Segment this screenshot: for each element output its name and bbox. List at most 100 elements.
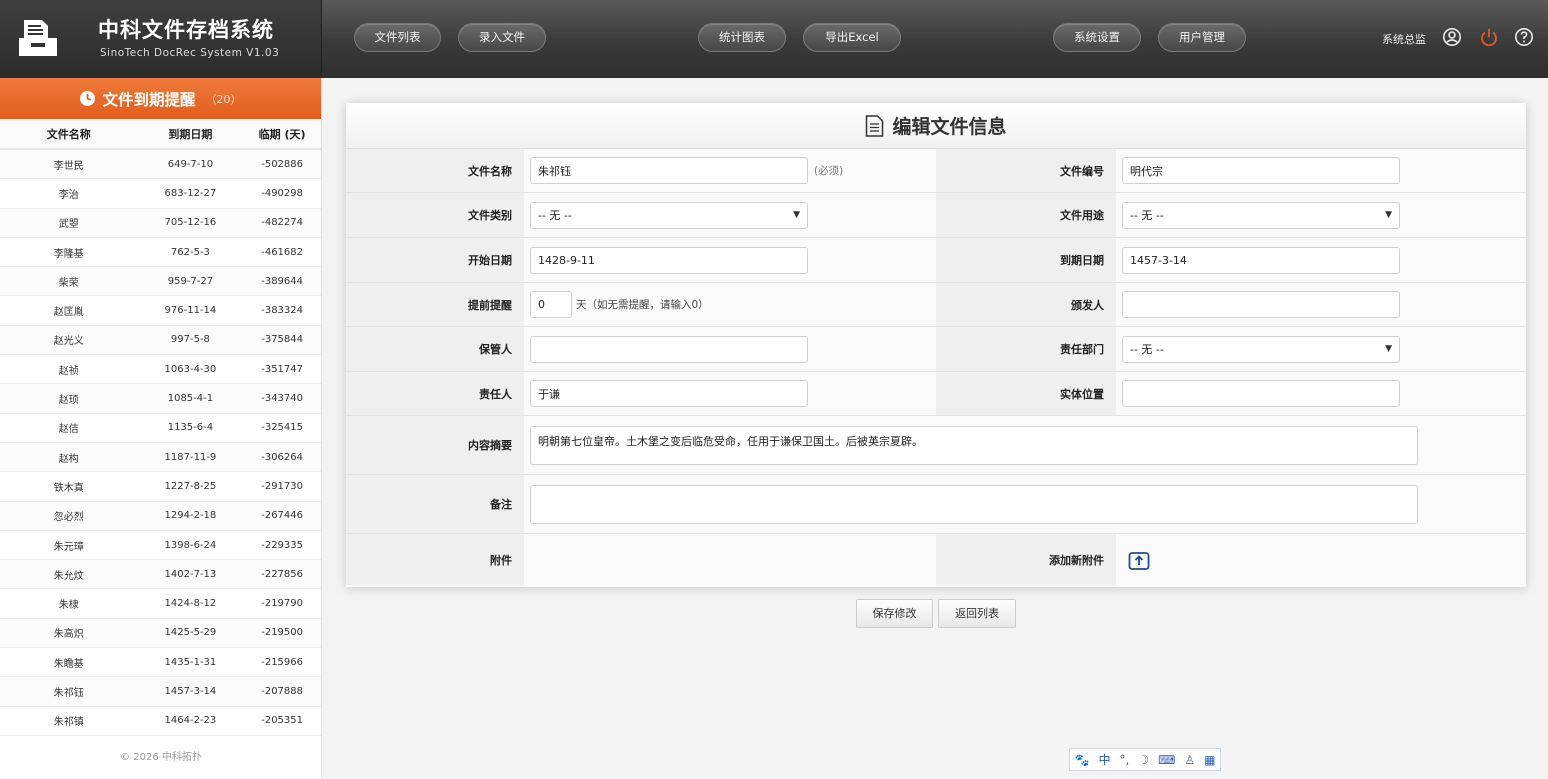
row-file-name: 李世民 [53, 160, 84, 172]
app-title: 中科文件存档系统 [98, 18, 274, 42]
nav-settings-button[interactable]: 系统设置 [1053, 23, 1141, 52]
field-cell: 1428-9-11 [524, 238, 936, 282]
file-usage-select[interactable]: -- 无 -- ▼ [1122, 201, 1400, 229]
reminder-row[interactable]: 赵佶 1135-6-4 -325415 [0, 414, 321, 443]
reminder-row[interactable]: 赵匡胤 976-11-14 -383324 [0, 296, 321, 326]
reminder-table-body: 李世民 649-7-10 -502886 李治 683-12-27 -490298 武曌 70… [0, 150, 321, 736]
reminder-row[interactable]: 武曌 705-12-16 -482274 [0, 208, 321, 238]
department-select[interactable]: -- 无 -- ▼ [1122, 335, 1400, 363]
issuer-input[interactable] [1122, 291, 1400, 318]
help-icon[interactable] [1514, 27, 1534, 47]
reminder-row[interactable]: 赵构 1187-11-9 -306264 [0, 442, 321, 473]
row-due-date: 1457-3-14 [164, 685, 217, 697]
row-due-date: 976-11-14 [164, 305, 217, 317]
row-file-name: 李治 [58, 189, 79, 201]
row-file-name: 赵构 [58, 453, 79, 465]
summary-textarea[interactable]: 明朝第七位皇帝。土木堡之变后临危受命，任用于谦保卫国土。后被英宗夏辟。 [530, 425, 1418, 465]
row-days-left: -490298 [261, 187, 304, 199]
column-header: 文件名称 [46, 127, 91, 141]
row-file-name: 赵匡胤 [53, 307, 84, 319]
label-end-date: 到期日期 [936, 238, 1116, 282]
end-date-input[interactable]: 1457-3-14 [1122, 246, 1400, 274]
panel-title: 编辑文件信息 [346, 103, 1526, 149]
power-logout-icon[interactable] [1479, 27, 1499, 47]
reminder-row[interactable]: 李世民 649-7-10 -502886 [0, 150, 321, 180]
reminder-row[interactable]: 朱祁钰 1457-3-14 -207888 [0, 677, 321, 707]
reminder-row[interactable]: 朱高炽 1425-5-29 -219500 [0, 618, 321, 649]
moon-icon[interactable]: ☽ [1138, 753, 1149, 767]
grid-menu-icon[interactable]: ▦ [1204, 753, 1215, 767]
ime-language[interactable]: 中 [1098, 751, 1110, 768]
field-cell [524, 475, 1526, 533]
nav-stats-button[interactable]: 统计图表 [698, 23, 786, 52]
reminder-count: （20） [205, 92, 242, 106]
reminder-row[interactable]: 朱元璋 1398-6-24 -229335 [0, 531, 321, 561]
row-days-left: -343740 [261, 393, 304, 405]
reminder-row[interactable]: 柴荣 959-7-27 -389644 [0, 267, 321, 297]
row-days-left: -207888 [261, 685, 304, 697]
reminder-row[interactable]: 朱瞻基 1435-1-31 -215966 [0, 648, 321, 678]
row-days-left: -383324 [261, 305, 304, 317]
reminder-row[interactable]: 赵光义 997-5-8 -375844 [0, 325, 321, 356]
row-due-date: 1294-2-18 [164, 510, 217, 522]
row-days-left: -351747 [261, 363, 304, 375]
reminder-row[interactable]: 赵顼 1085-4-1 -343740 [0, 384, 321, 414]
row-due-date: 1464-2-23 [164, 715, 217, 727]
reminder-table-header: 文件名称 到期日期 临期 (天) [0, 119, 321, 150]
form-row: 保管人 责任部门 -- 无 -- ▼ [346, 327, 1526, 372]
form-row: 附件 添加新附件 [346, 534, 1526, 585]
label-attachment: 附件 [346, 534, 524, 585]
nav-users-button[interactable]: 用户管理 [1158, 23, 1246, 52]
row-file-name: 赵祯 [58, 365, 79, 377]
remind-days-input[interactable]: 0 [530, 291, 572, 318]
edit-file-panel: 编辑文件信息 文件名称 朱祁钰 (必须) 文件编号 明代宗 文件类别 -- 无 … [346, 103, 1526, 587]
location-input[interactable] [1122, 380, 1400, 407]
select-value: -- 无 -- [1130, 209, 1164, 222]
file-name-input[interactable]: 朱祁钰 [530, 157, 808, 184]
owner-input[interactable]: 于谦 [530, 380, 808, 407]
form-row: 文件类别 -- 无 -- ▼ 文件用途 -- 无 -- ▼ [346, 193, 1526, 238]
required-hint: (必须) [814, 165, 844, 177]
nav-export-button[interactable]: 导出Excel [803, 23, 901, 52]
remind-hint: 天（如无需提醒，请输入0） [576, 299, 709, 311]
file-number-input[interactable]: 明代宗 [1122, 157, 1400, 184]
back-to-list-button[interactable]: 返回列表 [938, 599, 1016, 628]
file-category-select[interactable]: -- 无 -- ▼ [530, 201, 808, 229]
reminder-row[interactable]: 朱允炆 1402-7-13 -227856 [0, 560, 321, 590]
label-department: 责任部门 [936, 327, 1116, 371]
row-file-name: 李隆基 [53, 248, 84, 260]
reminder-row[interactable]: 赵祯 1063-4-30 -351747 [0, 355, 321, 385]
reminder-row[interactable]: 忽必烈 1294-2-18 -267446 [0, 501, 321, 531]
user-profile-icon[interactable] [1442, 27, 1462, 47]
save-button[interactable]: 保存修改 [856, 599, 933, 628]
upload-icon[interactable] [1128, 549, 1150, 571]
keeper-input[interactable] [530, 335, 808, 363]
punctuation-icon[interactable]: °, [1119, 753, 1129, 767]
nav-file-list-button[interactable]: 文件列表 [354, 23, 441, 52]
remark-textarea[interactable] [530, 484, 1418, 524]
row-days-left: -482274 [261, 217, 304, 229]
keyboard-icon[interactable]: ⌨ [1158, 753, 1175, 767]
reminder-row[interactable]: 朱棣 1424-8-12 -219790 [0, 589, 321, 619]
paw-icon[interactable]: 🐾 [1075, 753, 1090, 767]
reminder-row[interactable]: 李治 683-12-27 -490298 [0, 179, 321, 209]
panel-title-text: 编辑文件信息 [892, 116, 1007, 138]
field-cell: 1457-3-14 [1116, 238, 1526, 282]
chevron-down-icon: ▼ [1385, 344, 1392, 354]
row-days-left: -267446 [261, 510, 304, 522]
ime-toolbar[interactable]: 🐾 中 °, ☽ ⌨ ♙ ▦ [1069, 748, 1221, 771]
row-file-name: 柴荣 [58, 277, 79, 289]
reminder-row[interactable]: 铁木真 1227-8-25 -291730 [0, 472, 321, 502]
nav-add-file-button[interactable]: 录入文件 [458, 23, 546, 52]
form-row: 内容摘要 明朝第七位皇帝。土木堡之变后临危受命，任用于谦保卫国土。后被英宗夏辟。 [346, 416, 1526, 475]
row-due-date: 705-12-16 [164, 217, 217, 229]
start-date-input[interactable]: 1428-9-11 [530, 246, 808, 274]
reminder-row[interactable]: 朱祁镇 1464-2-23 -205351 [0, 707, 321, 736]
reminder-row[interactable]: 李隆基 762-5-3 -461682 [0, 238, 321, 268]
row-file-name: 赵光义 [53, 336, 84, 348]
row-file-name: 朱瞻基 [53, 658, 84, 670]
select-value: -- 无 -- [1130, 343, 1164, 356]
reminder-header: 文件到期提醒 （20） [0, 78, 321, 119]
label-summary: 内容摘要 [346, 416, 524, 474]
user-icon[interactable]: ♙ [1184, 753, 1195, 767]
